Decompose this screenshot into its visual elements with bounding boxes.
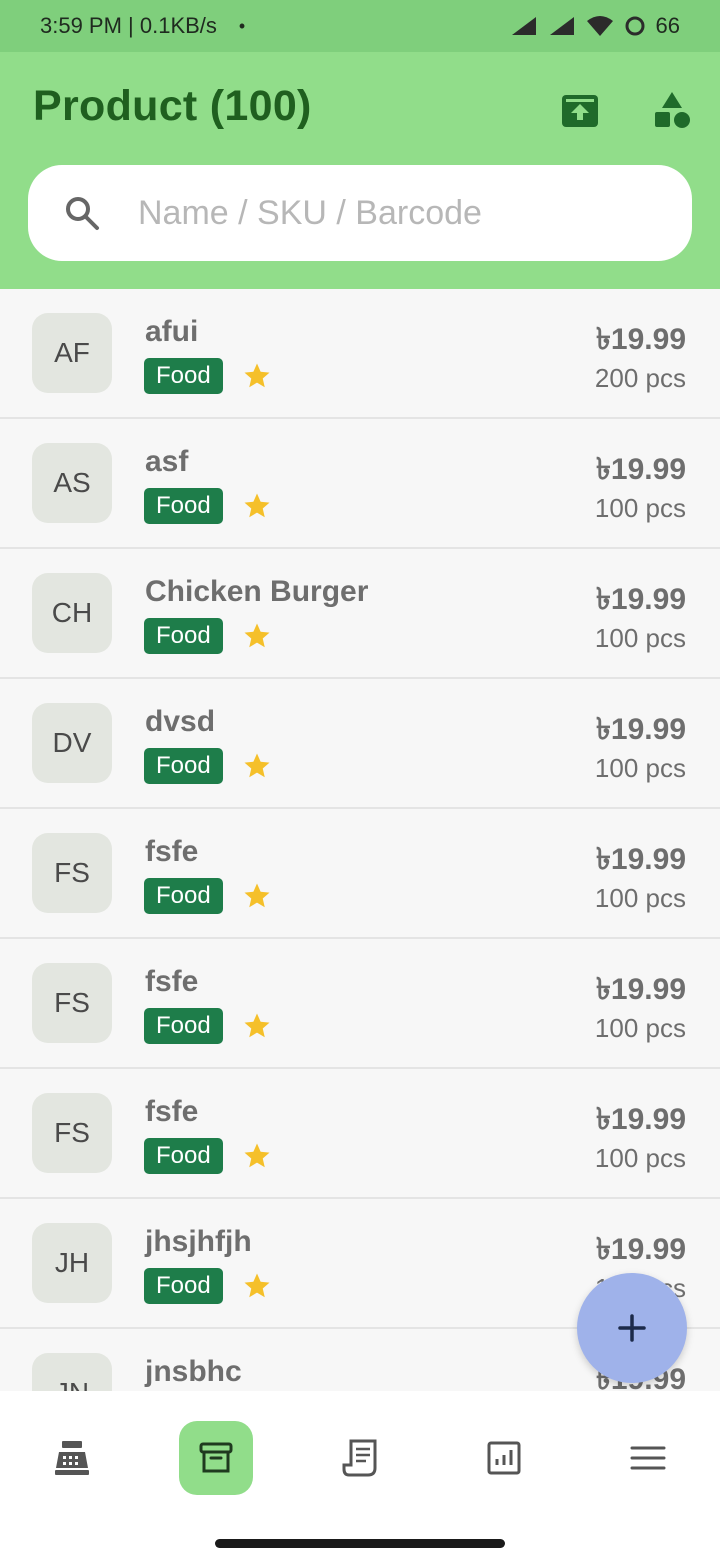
category-tag: Food [144,1138,223,1174]
product-price: ৳19.99 [595,843,686,876]
battery-ring-icon [625,16,645,36]
product-quantity: 100 pcs [594,623,686,653]
product-name: Chicken Burger [145,575,369,608]
star-icon[interactable] [242,751,272,781]
add-product-button[interactable] [577,1273,687,1383]
product-name: jnsbhc [145,1355,242,1388]
category-tag: Food [144,1008,223,1044]
product-row[interactable]: DV dvsd Food ৳19.99 100 pcs [0,679,720,809]
status-time-speed: 3:59 PM | 0.1KB/s [40,13,217,38]
star-icon[interactable] [242,491,272,521]
archive-upload-button[interactable] [558,88,602,132]
search-bar[interactable] [28,165,692,261]
product-row[interactable]: AF afui Food ৳19.99 200 pcs [0,289,720,419]
nav-menu-tab[interactable] [611,1421,685,1495]
product-price: ৳19.99 [595,453,686,486]
app-header: Product (100) [0,52,720,289]
product-name: afui [145,315,199,348]
nav-pos-tab[interactable] [35,1421,109,1495]
categories-button[interactable] [650,88,694,132]
category-tag: Food [144,488,223,524]
category-tag: Food [144,358,223,394]
cash-register-icon [55,1441,89,1475]
product-row[interactable]: AS asf Food ৳19.99 100 pcs [0,419,720,549]
nav-products-tab[interactable] [179,1421,253,1495]
star-icon[interactable] [242,1141,272,1171]
nav-reports-tab[interactable] [467,1421,541,1495]
receipt-icon [342,1439,377,1477]
product-quantity: 100 pcs [594,753,686,783]
product-avatar: AF [32,313,112,393]
product-price: ৳19.99 [595,323,686,356]
star-icon[interactable] [242,881,272,911]
product-price: ৳19.99 [595,713,686,746]
nav-receipts-tab[interactable] [323,1421,397,1495]
product-avatar: JH [32,1223,112,1303]
archive-upload-icon [562,95,598,127]
product-row[interactable]: FS fsfe Food ৳19.99 100 pcs [0,1069,720,1199]
product-row[interactable]: FS fsfe Food ৳19.99 100 pcs [0,939,720,1069]
status-bar: 3:59 PM | 0.1KB/s • 66 [0,0,720,52]
star-icon[interactable] [242,1271,272,1301]
product-name: jhsjhfjh [145,1225,252,1258]
product-row[interactable]: FS fsfe Food ৳19.99 100 pcs [0,809,720,939]
product-quantity: 200 pcs [594,363,686,393]
product-list[interactable]: AF afui Food ৳19.99 200 pcs AS asf Food ৳19.99 10… [0,289,720,1391]
status-icons: 66 [510,13,680,39]
product-quantity: 100 pcs [594,493,686,523]
product-price: ৳19.99 [595,973,686,1006]
category-tag: Food [144,748,223,784]
signal-icon [549,17,574,35]
page-title: Product (100) [33,82,312,130]
home-indicator[interactable] [215,1539,505,1548]
product-avatar: FS [32,833,112,913]
category-tag: Food [144,1268,223,1304]
category-tag: Food [144,878,223,914]
product-name: asf [145,445,189,478]
battery-level: 66 [655,13,680,38]
product-price: ৳19.99 [595,1103,686,1136]
archive-box-icon [199,1442,233,1473]
star-icon[interactable] [242,1011,272,1041]
product-name: fsfe [145,1095,199,1128]
product-name: fsfe [145,835,199,868]
star-icon[interactable] [242,361,272,391]
bar-chart-icon [487,1441,521,1475]
menu-icon [630,1446,666,1470]
product-avatar: AS [32,443,112,523]
product-name: dvsd [145,705,216,738]
product-price: ৳19.99 [595,583,686,616]
product-avatar: CH [32,573,112,653]
product-price: ৳19.99 [595,1233,686,1266]
wifi-icon [586,16,613,36]
product-avatar: FS [32,1093,112,1173]
search-icon [62,193,102,233]
search-input[interactable] [138,193,618,233]
category-tag: Food [144,618,223,654]
star-icon[interactable] [242,621,272,651]
product-avatar: FS [32,963,112,1043]
notification-dot-icon: • [238,15,246,36]
product-quantity: 100 pcs [594,1013,686,1043]
plus-icon [618,1314,646,1342]
product-quantity: 100 pcs [594,1143,686,1173]
product-avatar: JN [32,1353,112,1391]
product-row[interactable]: CH Chicken Burger Food ৳19.99 100 pcs [0,549,720,679]
product-quantity: 100 pcs [594,883,686,913]
shapes-category-icon [655,92,690,128]
product-name: fsfe [145,965,199,998]
signal-icon [511,17,536,35]
product-avatar: DV [32,703,112,783]
bottom-navigation [0,1391,720,1560]
